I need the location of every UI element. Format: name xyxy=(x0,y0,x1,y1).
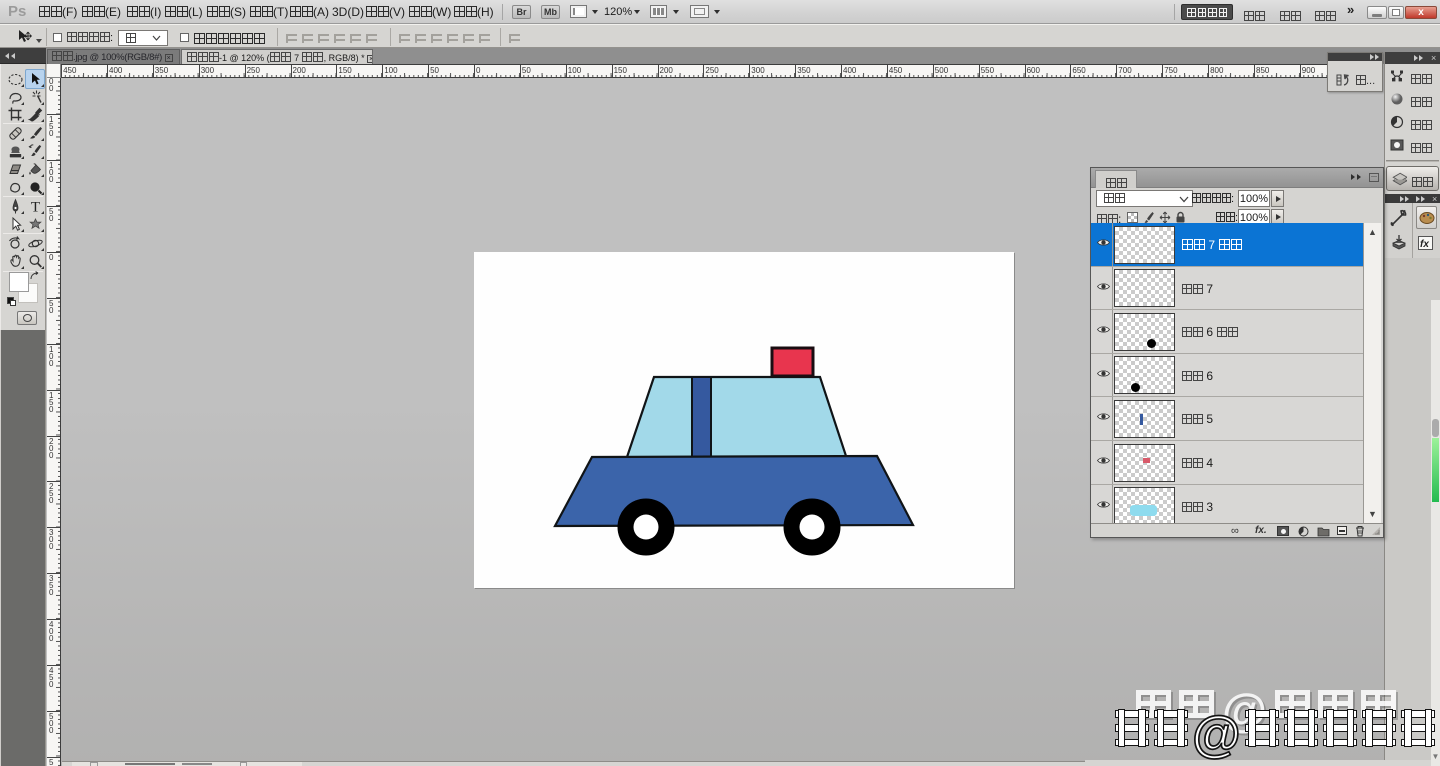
svg-text:T: T xyxy=(31,200,40,216)
